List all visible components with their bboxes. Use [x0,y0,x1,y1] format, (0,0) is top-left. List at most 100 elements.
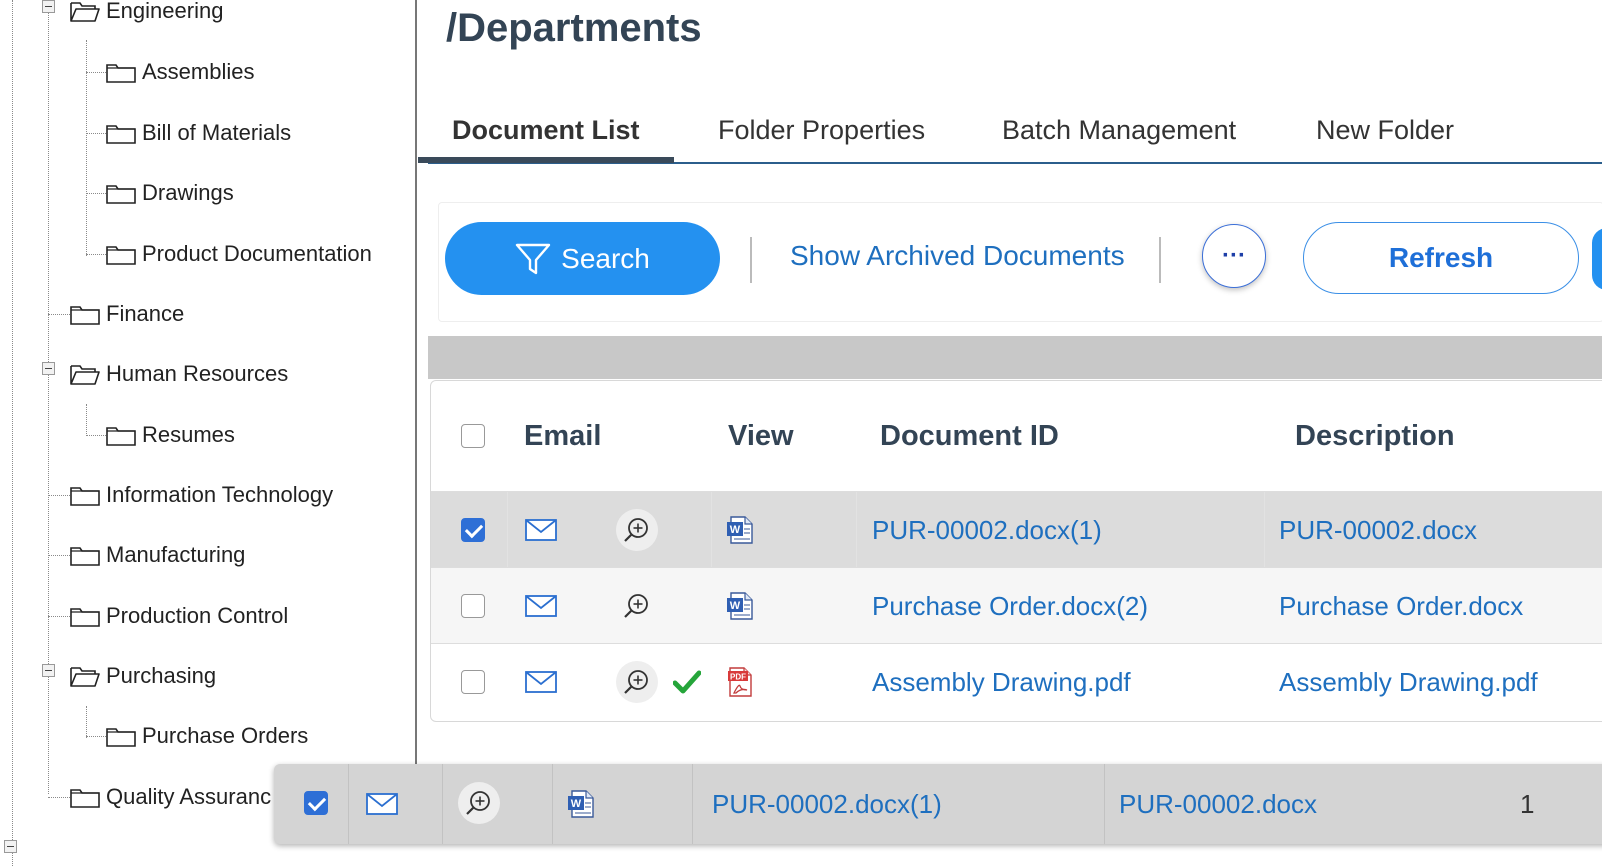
tree-connector [86,435,108,436]
tree-connector [86,706,87,738]
tree-item-label: Quality Assuranc [106,784,272,809]
zoom-icon [623,668,651,696]
document-id-link[interactable]: Purchase Order.docx(2) [872,568,1148,644]
folder-tree: Engineering Assemblies Bill of Materials… [0,0,420,866]
tree-item-quality-assurance[interactable]: Quality Assuranc [70,782,271,812]
tree-connector [86,193,108,194]
toolbar-divider [1159,237,1161,283]
folder-open-icon [70,665,100,687]
email-icon[interactable] [525,671,557,693]
tree-item-label: Manufacturing [106,542,246,567]
tree-item-engineering[interactable]: Engineering [70,0,223,26]
zoom-icon [623,592,651,620]
pdf-file-icon[interactable] [725,666,755,698]
column-header-view[interactable]: View [728,381,794,491]
tree-item-label: Purchasing [106,663,217,688]
tree-item-label: Product Documentation [142,241,372,266]
partial-action-button[interactable] [1592,228,1602,290]
row-checkbox[interactable] [461,594,485,618]
description-link[interactable]: Purchase Order.docx [1279,568,1523,644]
collapse-toggle[interactable] [42,362,55,375]
folder-icon [106,182,136,204]
email-icon[interactable] [525,519,557,541]
tree-item-bill-of-materials[interactable]: Bill of Materials [106,118,291,148]
word-file-icon[interactable] [725,591,755,621]
tree-item-label: Resumes [142,422,235,447]
tree-connector [48,314,70,315]
zoom-icon [465,789,493,817]
folder-open-icon [70,363,100,385]
tree-connector [86,736,108,737]
folder-icon [106,122,136,144]
search-button[interactable]: Search [445,222,720,295]
approved-check-icon [673,670,701,694]
folder-icon [70,786,100,808]
table-row[interactable]: Assembly Drawing.pdf Assembly Drawing.pd… [431,643,1602,720]
tree-item-label: Production Control [106,603,289,628]
collapse-toggle[interactable] [4,840,17,853]
preview-zoom-button[interactable] [616,509,658,551]
tree-item-manufacturing[interactable]: Manufacturing [70,540,245,570]
table-row[interactable]: Purchase Order.docx(2) Purchase Order.do… [431,567,1602,644]
description-link[interactable]: PUR-00002.docx [1279,492,1477,568]
tab-folder-properties[interactable]: Folder Properties [718,100,925,160]
preview-zoom-button[interactable] [616,585,658,627]
folder-open-icon [70,0,100,22]
tab-new-folder[interactable]: New Folder [1316,100,1454,160]
tree-item-label: Human Resources [106,361,289,386]
tab-batch-management[interactable]: Batch Management [1002,100,1236,160]
search-button-label: Search [561,242,650,274]
tree-item-finance[interactable]: Finance [70,299,184,329]
document-id-link[interactable]: PUR-00002.docx(1) [872,492,1102,568]
collapse-toggle[interactable] [42,664,55,677]
collapse-toggle[interactable] [42,0,55,13]
tree-item-human-resources[interactable]: Human Resources [70,359,288,389]
tree-connector [12,0,13,866]
zoom-icon [623,516,651,544]
tree-connector [86,404,87,436]
tree-item-information-technology[interactable]: Information Technology [70,480,333,510]
select-all-checkbox[interactable] [461,424,485,448]
email-icon[interactable] [525,595,557,617]
tree-item-purchase-orders[interactable]: Purchase Orders [106,721,312,751]
drag-count: 1 [1520,788,1535,819]
tab-document-list[interactable]: Document List [418,100,673,163]
tree-item-production-control[interactable]: Production Control [70,601,288,631]
word-file-icon[interactable] [725,515,755,545]
row-checkbox[interactable] [461,670,485,694]
document-id-link[interactable]: Assembly Drawing.pdf [872,644,1131,720]
tree-item-product-documentation[interactable]: Product Documentation [106,239,372,269]
tree-connector [48,616,70,617]
tree-item-drawings[interactable]: Drawings [106,178,234,208]
tree-item-purchasing[interactable]: Purchasing [70,661,216,691]
folder-icon [70,544,100,566]
folder-icon [106,424,136,446]
column-header-email[interactable]: Email [524,381,601,491]
folder-icon [70,303,100,325]
folder-icon [106,61,136,83]
drag-preview-row: PUR-00002.docx(1) PUR-00002.docx 1 [274,764,1602,844]
folder-icon [106,725,136,747]
description-link[interactable]: Assembly Drawing.pdf [1279,644,1538,720]
folder-icon [70,605,100,627]
more-options-button[interactable]: ··· [1202,224,1266,288]
tree-item-assemblies[interactable]: Assemblies [106,57,254,87]
folder-icon [70,484,100,506]
tree-item-label: Assemblies [142,59,255,84]
refresh-button[interactable]: Refresh [1303,222,1579,294]
table-row[interactable]: PUR-00002.docx(1) PUR-00002.docx [431,491,1602,568]
show-archived-link[interactable]: Show Archived Documents [790,240,1125,272]
tree-item-label: Information Technology [106,482,334,507]
tree-connector [86,133,108,134]
row-checkbox[interactable] [461,518,485,542]
column-header-document-id[interactable]: Document ID [880,381,1059,491]
tree-item-label: Finance [106,301,185,326]
page-title: /Departments [446,6,702,50]
preview-zoom-button[interactable] [616,661,658,703]
tree-item-label: Drawings [142,180,234,205]
column-header-description[interactable]: Description [1295,381,1455,491]
pane-splitter[interactable] [415,0,420,770]
tree-item-resumes[interactable]: Resumes [106,420,235,450]
toolbar-divider [750,237,752,283]
document-grid: Email View Document ID Description PUR-0… [430,380,1602,722]
